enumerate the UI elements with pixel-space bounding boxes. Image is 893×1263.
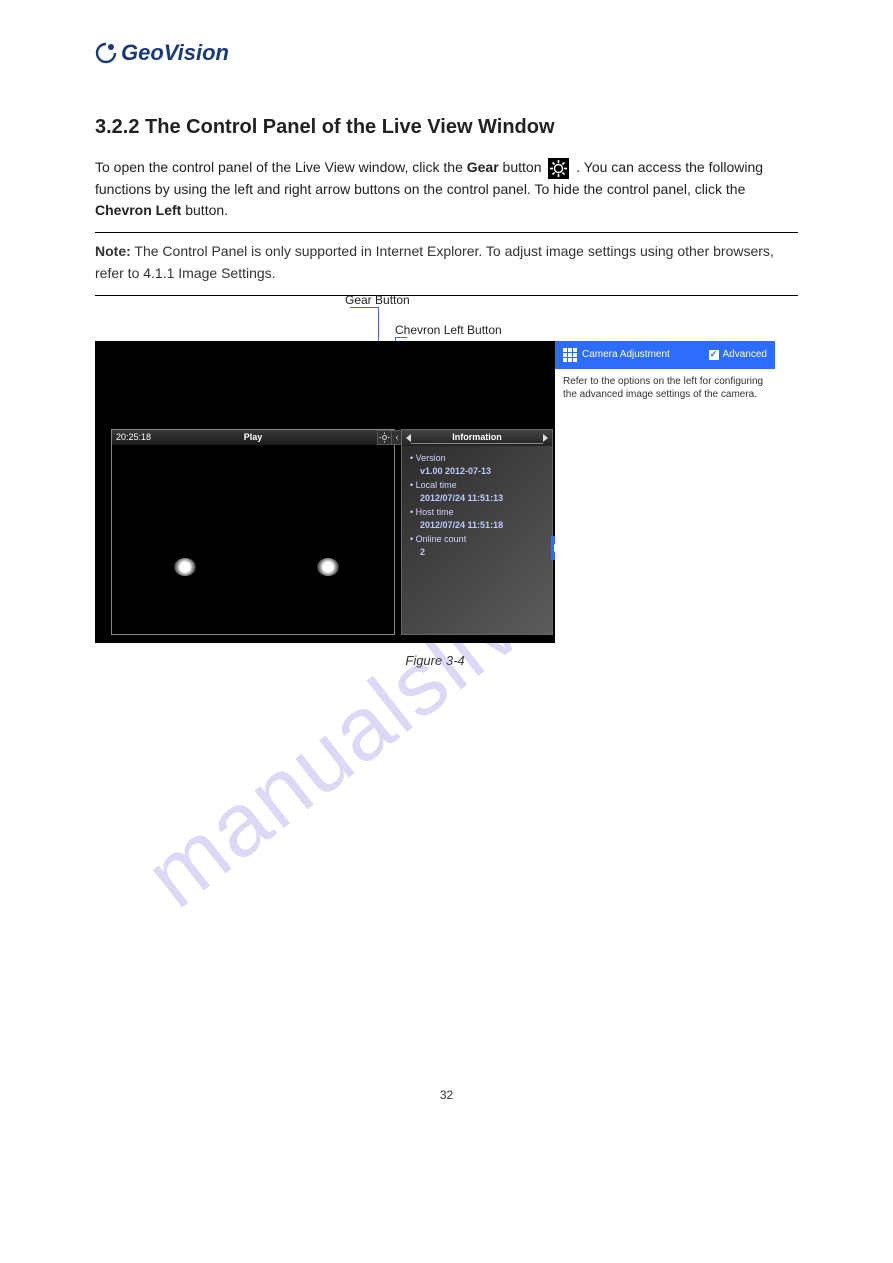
camera-adjustment-title: Camera Adjustment <box>582 349 670 360</box>
note-block: Note: The Control Panel is only supporte… <box>95 241 798 284</box>
info-version-value: v1.00 2012-07-13 <box>410 465 544 479</box>
figure-caption: Figure 3-4 <box>95 653 775 668</box>
camera-adjustment-desc: Refer to the options on the left for con… <box>555 369 775 407</box>
geovision-logo-icon <box>95 42 117 64</box>
figure: Gear Button Chevron Left Button Left / R… <box>95 341 775 668</box>
brand-logo: GeoVision <box>95 40 798 66</box>
advanced-label: Advanced <box>723 349 767 360</box>
gear-button[interactable] <box>377 430 392 445</box>
grid-icon <box>563 348 577 362</box>
gear-icon <box>548 158 569 179</box>
advanced-checkbox[interactable]: ✓ Advanced <box>709 349 767 360</box>
intro-text-part1: To open the control panel of the Live Vi… <box>95 159 467 175</box>
checkbox-checked-icon: ✓ <box>709 350 719 360</box>
video-status: Play <box>112 432 394 442</box>
screenshot: 20:25:18 Play -01-D-8613 ‹ Inform <box>95 341 775 643</box>
note-label: Note: <box>95 243 131 259</box>
panel-right-arrow-icon[interactable] <box>543 434 548 442</box>
camera-adjustment-panel: Camera Adjustment ✓ Advanced Refer to th… <box>555 341 775 643</box>
info-hosttime-label: Host time <box>410 506 544 520</box>
chevron-left-icon: ‹ <box>396 432 399 442</box>
divider <box>95 295 798 296</box>
video-frame: 20:25:18 Play -01-D-8613 <box>111 429 395 635</box>
info-panel: Information Version v1.00 2012-07-13 Loc… <box>401 429 553 635</box>
headlight-left <box>174 558 196 576</box>
headlight-right <box>317 558 339 576</box>
intro-paragraph: To open the control panel of the Live Vi… <box>95 157 798 222</box>
info-online-value: 2 <box>410 546 544 560</box>
info-online-label: Online count <box>410 533 544 547</box>
info-hosttime-value: 2012/07/24 11:51:18 <box>410 519 544 533</box>
page-number: 32 <box>95 1088 798 1102</box>
brand-name: GeoVision <box>121 40 229 66</box>
info-panel-title: Information <box>411 432 543 444</box>
section-heading: 3.2.2 The Control Panel of the Live View… <box>95 116 798 139</box>
info-localtime-value: 2012/07/24 11:51:13 <box>410 492 544 506</box>
info-version-label: Version <box>410 452 544 466</box>
info-localtime-label: Local time <box>410 479 544 493</box>
note-text: The Control Panel is only supported in I… <box>95 243 774 281</box>
divider <box>95 232 798 233</box>
callout-gear-label: Gear Button <box>345 293 410 307</box>
callout-chevron-label: Chevron Left Button <box>395 323 502 337</box>
